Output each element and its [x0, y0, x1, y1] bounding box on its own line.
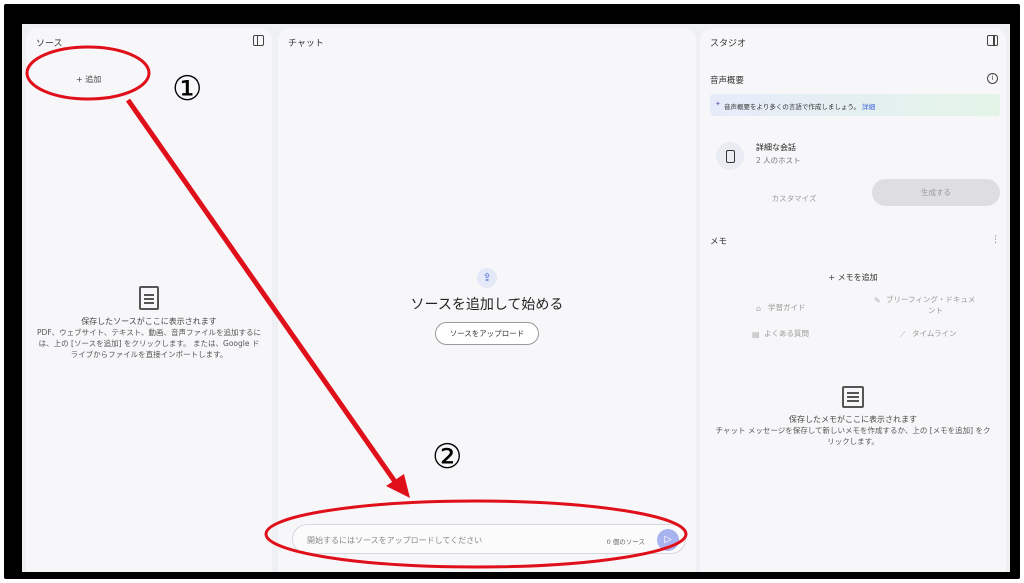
faq-icon: ▤: [752, 330, 760, 339]
send-icon[interactable]: ▷: [657, 529, 679, 551]
conversation-subtitle: 2 人のホスト: [756, 156, 801, 165]
briefing-label-line2: ント: [928, 306, 943, 315]
sparkle-icon: ✦: [715, 100, 721, 108]
sources-panel: ソース + 追加 保存したソースがここに表示されます PDF、ウェブサイト、テキ…: [26, 28, 272, 572]
screenshot-frame: ソース + 追加 保存したソースがここに表示されます PDF、ウェブサイト、テキ…: [4, 4, 1020, 579]
collapse-panel-icon[interactable]: [987, 35, 998, 46]
faq-label: よくある質問: [764, 329, 809, 338]
app-window: ソース + 追加 保存したソースがここに表示されます PDF、ウェブサイト、テキ…: [22, 24, 1010, 572]
speaker-icon: [716, 142, 744, 170]
timeline-icon: ⟋: [900, 330, 906, 339]
banner-text: 音声概要をより多くの言語で作成しましょう。: [724, 103, 860, 111]
study-guide-label: 学習ガイド: [768, 303, 806, 312]
upload-icon: ⇪: [477, 268, 497, 288]
annotation-marker-2: ②: [432, 437, 463, 477]
chat-input[interactable]: 開始するにはソースをアップロードしてください 0 個のソース ▷: [292, 524, 686, 554]
sources-empty-title: 保存したソースがここに表示されます: [81, 317, 217, 326]
memo-empty-title: 保存したメモがここに表示されます: [789, 415, 917, 424]
study-guide-button[interactable]: ⌂ 学習ガイド: [756, 302, 806, 313]
memo-label: メモ: [710, 237, 728, 247]
note-icon: [842, 386, 864, 408]
studio-panel: スタジオ 音声概要 i ✦ 音声概要をより多くの言語で作成しましょう。 詳細 詳…: [700, 28, 1006, 572]
briefing-doc-button[interactable]: ✎ ブリーフィング・ドキュメ ント: [874, 294, 975, 316]
collapse-panel-icon[interactable]: [253, 35, 264, 46]
graduation-cap-icon: ⌂: [756, 304, 762, 313]
audio-overview-label: 音声概要: [710, 76, 745, 86]
more-options-icon[interactable]: ⋮: [991, 235, 1000, 245]
memo-empty-state: 保存したメモがここに表示されます チャット メッセージを保存して新しいメモを作成…: [712, 386, 994, 447]
upload-source-button[interactable]: ソースをアップロード: [434, 322, 540, 345]
generate-button[interactable]: 生成する: [872, 179, 1000, 206]
add-source-button[interactable]: + 追加: [76, 74, 101, 85]
annotation-marker-1: ①: [172, 69, 203, 109]
timeline-button[interactable]: ⟋ タイムライン: [900, 328, 956, 339]
document-icon: [139, 286, 159, 310]
info-icon[interactable]: i: [987, 73, 998, 84]
source-count: 0 個のソース: [606, 538, 645, 546]
chat-input-placeholder: 開始するにはソースをアップロードしてください: [307, 536, 483, 545]
customize-button[interactable]: カスタマイズ: [738, 186, 850, 212]
chat-panel: チャット ⇪ ソースを追加して始める ソースをアップロード 開始するにはソースを…: [278, 28, 696, 572]
add-memo-button[interactable]: + メモを追加: [700, 272, 1006, 283]
studio-title: スタジオ: [710, 39, 747, 49]
banner-details-link[interactable]: 詳細: [862, 103, 875, 111]
chat-empty-state: ⇪ ソースを追加して始める ソースをアップロード: [278, 268, 696, 345]
conversation-title: 詳細な会話: [756, 143, 796, 152]
audio-overview-banner: ✦ 音声概要をより多くの言語で作成しましょう。 詳細: [710, 94, 1000, 116]
chat-title: チャット: [288, 39, 324, 49]
sources-title: ソース: [36, 39, 63, 49]
memo-empty-body: チャット メッセージを保存して新しいメモを作成するか、上の [メモを追加] をク…: [715, 426, 991, 446]
sources-empty-state: 保存したソースがここに表示されます PDF、ウェブサイト、テキスト、動画、音声フ…: [36, 286, 262, 360]
sources-empty-body: PDF、ウェブサイト、テキスト、動画、音声ファイルを追加するには、上の [ソース…: [36, 328, 262, 359]
timeline-label: タイムライン: [912, 329, 957, 338]
briefing-label-line1: ブリーフィング・ドキュメ: [886, 295, 976, 304]
faq-button[interactable]: ▤ よくある質問: [752, 328, 809, 339]
document-edit-icon: ✎: [874, 296, 881, 305]
chat-heading: ソースを追加して始める: [410, 297, 564, 313]
